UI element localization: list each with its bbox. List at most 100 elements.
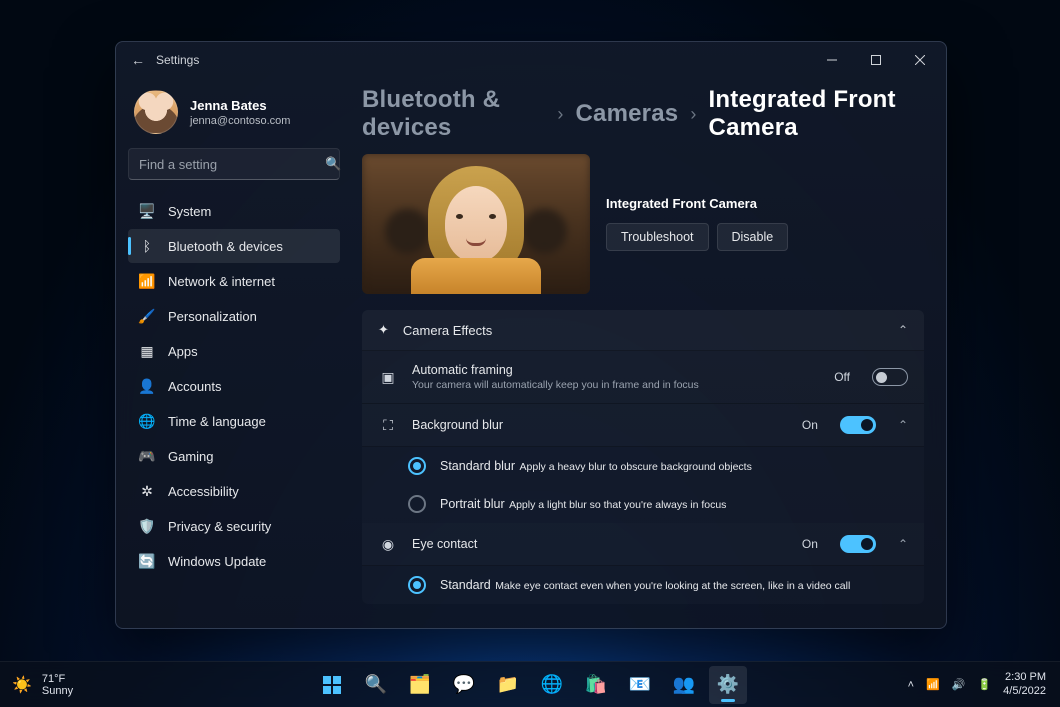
avatar [134, 90, 178, 134]
sidebar-item-accounts[interactable]: 👤 Accounts [128, 369, 340, 403]
hero-row: Integrated Front Camera Troubleshoot Dis… [356, 148, 930, 310]
start-button[interactable] [313, 666, 351, 704]
sidebar-item-privacy-security[interactable]: 🛡️ Privacy & security [128, 509, 340, 543]
automatic-framing-toggle[interactable] [872, 368, 908, 386]
camera-preview [362, 154, 590, 294]
chevron-up-icon[interactable]: ⌃ [898, 537, 908, 551]
teams-button[interactable]: 👥 [665, 666, 703, 704]
app-title: Settings [156, 53, 199, 67]
maximize-button[interactable] [854, 42, 898, 78]
sidebar-item-label: Network & internet [168, 274, 275, 289]
background-blur-option[interactable]: Portrait blur Apply a light blur so that… [362, 485, 924, 523]
device-title: Integrated Front Camera [606, 196, 788, 211]
setting-label: Background blur [412, 418, 503, 432]
sidebar-item-bluetooth-devices[interactable]: ᛒBluetooth & devices [128, 229, 340, 263]
sidebar-item-personalization[interactable]: 🖌️ Personalization [128, 299, 340, 333]
settings-window: ← Settings Jenna Bates jenna@contoso.com… [115, 41, 947, 629]
sidebar-item-label: Windows Update [168, 554, 266, 569]
taskbar-search-button[interactable]: 🔍 [357, 666, 395, 704]
wifi-tray-icon[interactable]: 📶 [926, 678, 940, 691]
radio-button[interactable] [408, 495, 426, 513]
eye-contact-options: Standard Make eye contact even when you'… [362, 566, 924, 604]
minimize-button[interactable] [810, 42, 854, 78]
chevron-up-icon[interactable]: ⌃ [898, 418, 908, 432]
sidebar-item-label: Bluetooth & devices [168, 239, 283, 254]
battery-tray-icon[interactable]: 🔋 [977, 678, 991, 691]
accessibility-icon: ✲ [138, 482, 156, 500]
search-input[interactable] [129, 157, 325, 172]
background-blur-option[interactable]: Standard blur Apply a heavy blur to obsc… [362, 447, 924, 485]
option-label: Standard blur [440, 459, 515, 473]
task-view-button[interactable]: 🗂️ [401, 666, 439, 704]
setting-label: Eye contact [412, 537, 477, 551]
sidebar-item-apps[interactable]: ▦Apps [128, 334, 340, 368]
update-icon: 🔄 [138, 552, 156, 570]
person-icon: 👤 [138, 377, 156, 395]
globe-clock-icon: 🌐 [138, 412, 156, 430]
clock-time: 2:30 PM [1003, 671, 1046, 685]
main-panel: Bluetooth & devices › Cameras › Integrat… [352, 78, 946, 628]
radio-button[interactable] [408, 576, 426, 594]
background-blur-options: Standard blur Apply a heavy blur to obsc… [362, 447, 924, 523]
option-desc: Apply a light blur so that you're always… [509, 499, 726, 511]
blur-icon: ⛶ [378, 417, 398, 434]
toggle-state: On [802, 537, 818, 551]
background-blur-toggle[interactable] [840, 416, 876, 434]
profile-email: jenna@contoso.com [190, 115, 290, 127]
nav-list: 🖥️ System ᛒBluetooth & devices 📶 Network & i… [128, 194, 340, 578]
option-label: Standard [440, 578, 491, 592]
settings-task-button[interactable]: ⚙️ [709, 666, 747, 704]
outlook-button[interactable]: 📧 [621, 666, 659, 704]
paintbrush-icon: 🖌️ [138, 307, 156, 325]
tray-overflow-icon[interactable]: ˄ [908, 679, 914, 691]
sidebar-item-label: Privacy & security [168, 519, 271, 534]
sidebar-item-gaming[interactable]: 🎮Gaming [128, 439, 340, 473]
sidebar-item-label: Time & language [168, 414, 266, 429]
disable-button[interactable]: Disable [717, 223, 789, 251]
titlebar: ← Settings [116, 42, 946, 78]
sidebar-item-system[interactable]: 🖥️ System [128, 194, 340, 228]
store-button[interactable]: 🛍️ [577, 666, 615, 704]
sidebar-item-network-internet[interactable]: 📶 Network & internet [128, 264, 340, 298]
taskbar-tray[interactable]: ˄ 📶 🔊 🔋 2:30 PM 4/5/2022 [908, 671, 1060, 699]
display-icon: 🖥️ [138, 202, 156, 220]
back-button[interactable]: ← [126, 52, 150, 68]
widgets-button[interactable]: 💬 [445, 666, 483, 704]
sidebar-item-time-language[interactable]: 🌐 Time & language [128, 404, 340, 438]
camera-effects-header[interactable]: ✦ Camera Effects ⌃ [362, 310, 924, 351]
sidebar-item-label: Accounts [168, 379, 221, 394]
sidebar-item-accessibility[interactable]: ✲Accessibility [128, 474, 340, 508]
sidebar-item-windows-update[interactable]: 🔄 Windows Update [128, 544, 340, 578]
troubleshoot-button[interactable]: Troubleshoot [606, 223, 709, 251]
edge-button[interactable]: 🌐 [533, 666, 571, 704]
sidebar-item-label: System [168, 204, 211, 219]
eye-contact-toggle[interactable] [840, 535, 876, 553]
option-label: Portrait blur [440, 497, 505, 511]
background-blur-row: ⛶ Background blur On ⌃ [362, 404, 924, 447]
chevron-right-icon: › [557, 104, 563, 125]
chevron-right-icon: › [690, 104, 696, 125]
search-box[interactable]: 🔍 [128, 148, 340, 180]
eye-contact-option[interactable]: Standard Make eye contact even when you'… [362, 566, 924, 604]
option-desc: Apply a heavy blur to obscure background… [520, 461, 752, 473]
volume-tray-icon[interactable]: 🔊 [952, 678, 966, 691]
wifi-icon: 📶 [138, 272, 156, 290]
setting-label: Automatic framing [412, 363, 699, 377]
taskbar-clock[interactable]: 2:30 PM 4/5/2022 [1003, 671, 1046, 699]
taskbar-weather[interactable]: ☀️ 71°F Sunny [0, 673, 73, 697]
section-title: Camera Effects [403, 323, 492, 338]
sidebar-item-label: Personalization [168, 309, 257, 324]
breadcrumb-devices[interactable]: Bluetooth & devices [362, 86, 545, 142]
option-desc: Make eye contact even when you're lookin… [495, 580, 850, 592]
apps-icon: ▦ [138, 342, 156, 360]
sidebar-item-label: Gaming [168, 449, 214, 464]
radio-button[interactable] [408, 457, 426, 475]
framing-icon: ▣ [378, 369, 398, 386]
shield-icon: 🛡️ [138, 517, 156, 535]
profile-block[interactable]: Jenna Bates jenna@contoso.com [128, 86, 340, 146]
camera-effects-panel: ✦ Camera Effects ⌃ ▣ Automatic framing Y… [362, 310, 924, 604]
eye-icon: ◉ [378, 536, 398, 553]
breadcrumb-cameras[interactable]: Cameras [576, 100, 679, 128]
close-button[interactable] [898, 42, 942, 78]
file-explorer-button[interactable]: 📁 [489, 666, 527, 704]
